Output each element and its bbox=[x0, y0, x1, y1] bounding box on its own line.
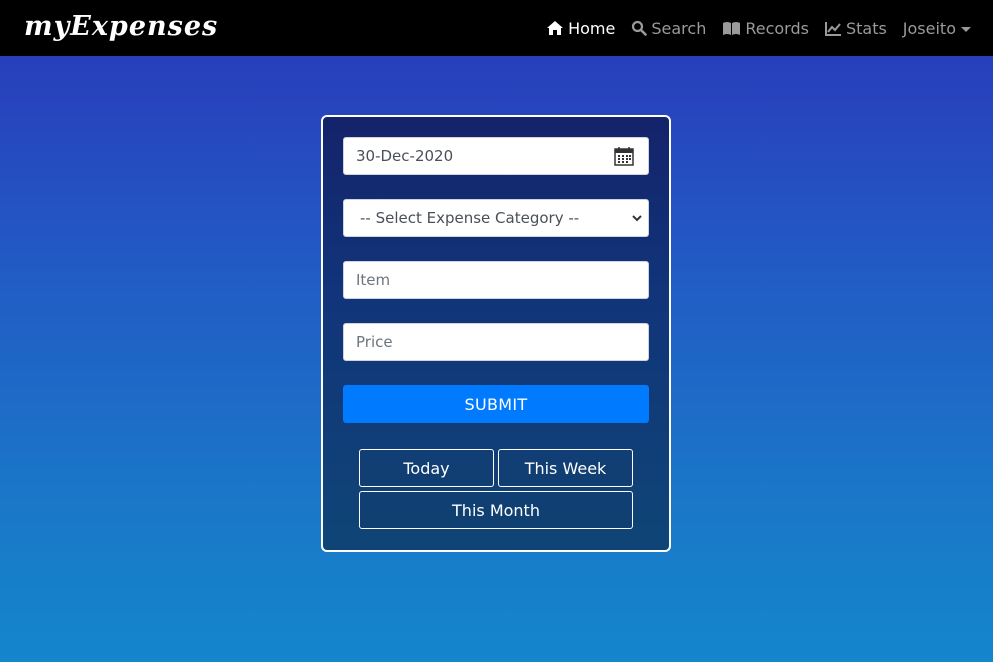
price-placeholder: Price bbox=[356, 333, 393, 351]
nav-stats[interactable]: Stats bbox=[824, 18, 887, 38]
chart-icon bbox=[824, 21, 841, 36]
this-month-button[interactable]: This Month bbox=[359, 491, 633, 529]
chevron-down-icon bbox=[632, 215, 642, 222]
book-icon bbox=[723, 21, 741, 35]
nav-items: Home Search Records Stats Joseito bbox=[530, 0, 971, 56]
nav-home-label: Home bbox=[568, 18, 616, 38]
user-dropdown[interactable]: Joseito bbox=[903, 19, 971, 38]
category-select[interactable]: -- Select Expense Category -- bbox=[343, 199, 649, 237]
date-input[interactable]: 30-Dec-2020 bbox=[343, 137, 649, 175]
submit-button[interactable]: SUBMIT bbox=[343, 385, 649, 423]
caret-down-icon bbox=[961, 26, 971, 32]
nav-records[interactable]: Records bbox=[722, 19, 809, 38]
search-icon bbox=[632, 20, 648, 36]
calendar-icon[interactable] bbox=[614, 146, 634, 166]
nav-search-label: Search bbox=[651, 18, 707, 38]
date-value: 30-Dec-2020 bbox=[356, 147, 454, 165]
category-selected: -- Select Expense Category -- bbox=[360, 209, 580, 227]
nav-search[interactable]: Search bbox=[631, 19, 706, 38]
nav-records-label: Records bbox=[745, 18, 809, 38]
brand-logo[interactable]: myExpenses bbox=[24, 8, 218, 46]
this-week-button[interactable]: This Week bbox=[498, 449, 633, 487]
price-input[interactable]: Price bbox=[343, 323, 649, 361]
nav-home[interactable]: Home bbox=[546, 19, 615, 38]
user-name: Joseito bbox=[902, 18, 956, 38]
home-icon bbox=[547, 21, 564, 35]
navbar: myExpenses Home Search Records Stats Jos… bbox=[0, 0, 993, 56]
expense-form-card: 30-Dec-2020 -- Select Expense Category -… bbox=[321, 115, 671, 552]
today-button[interactable]: Today bbox=[359, 449, 494, 487]
item-placeholder: Item bbox=[356, 271, 391, 289]
nav-stats-label: Stats bbox=[845, 18, 887, 38]
item-input[interactable]: Item bbox=[343, 261, 649, 299]
